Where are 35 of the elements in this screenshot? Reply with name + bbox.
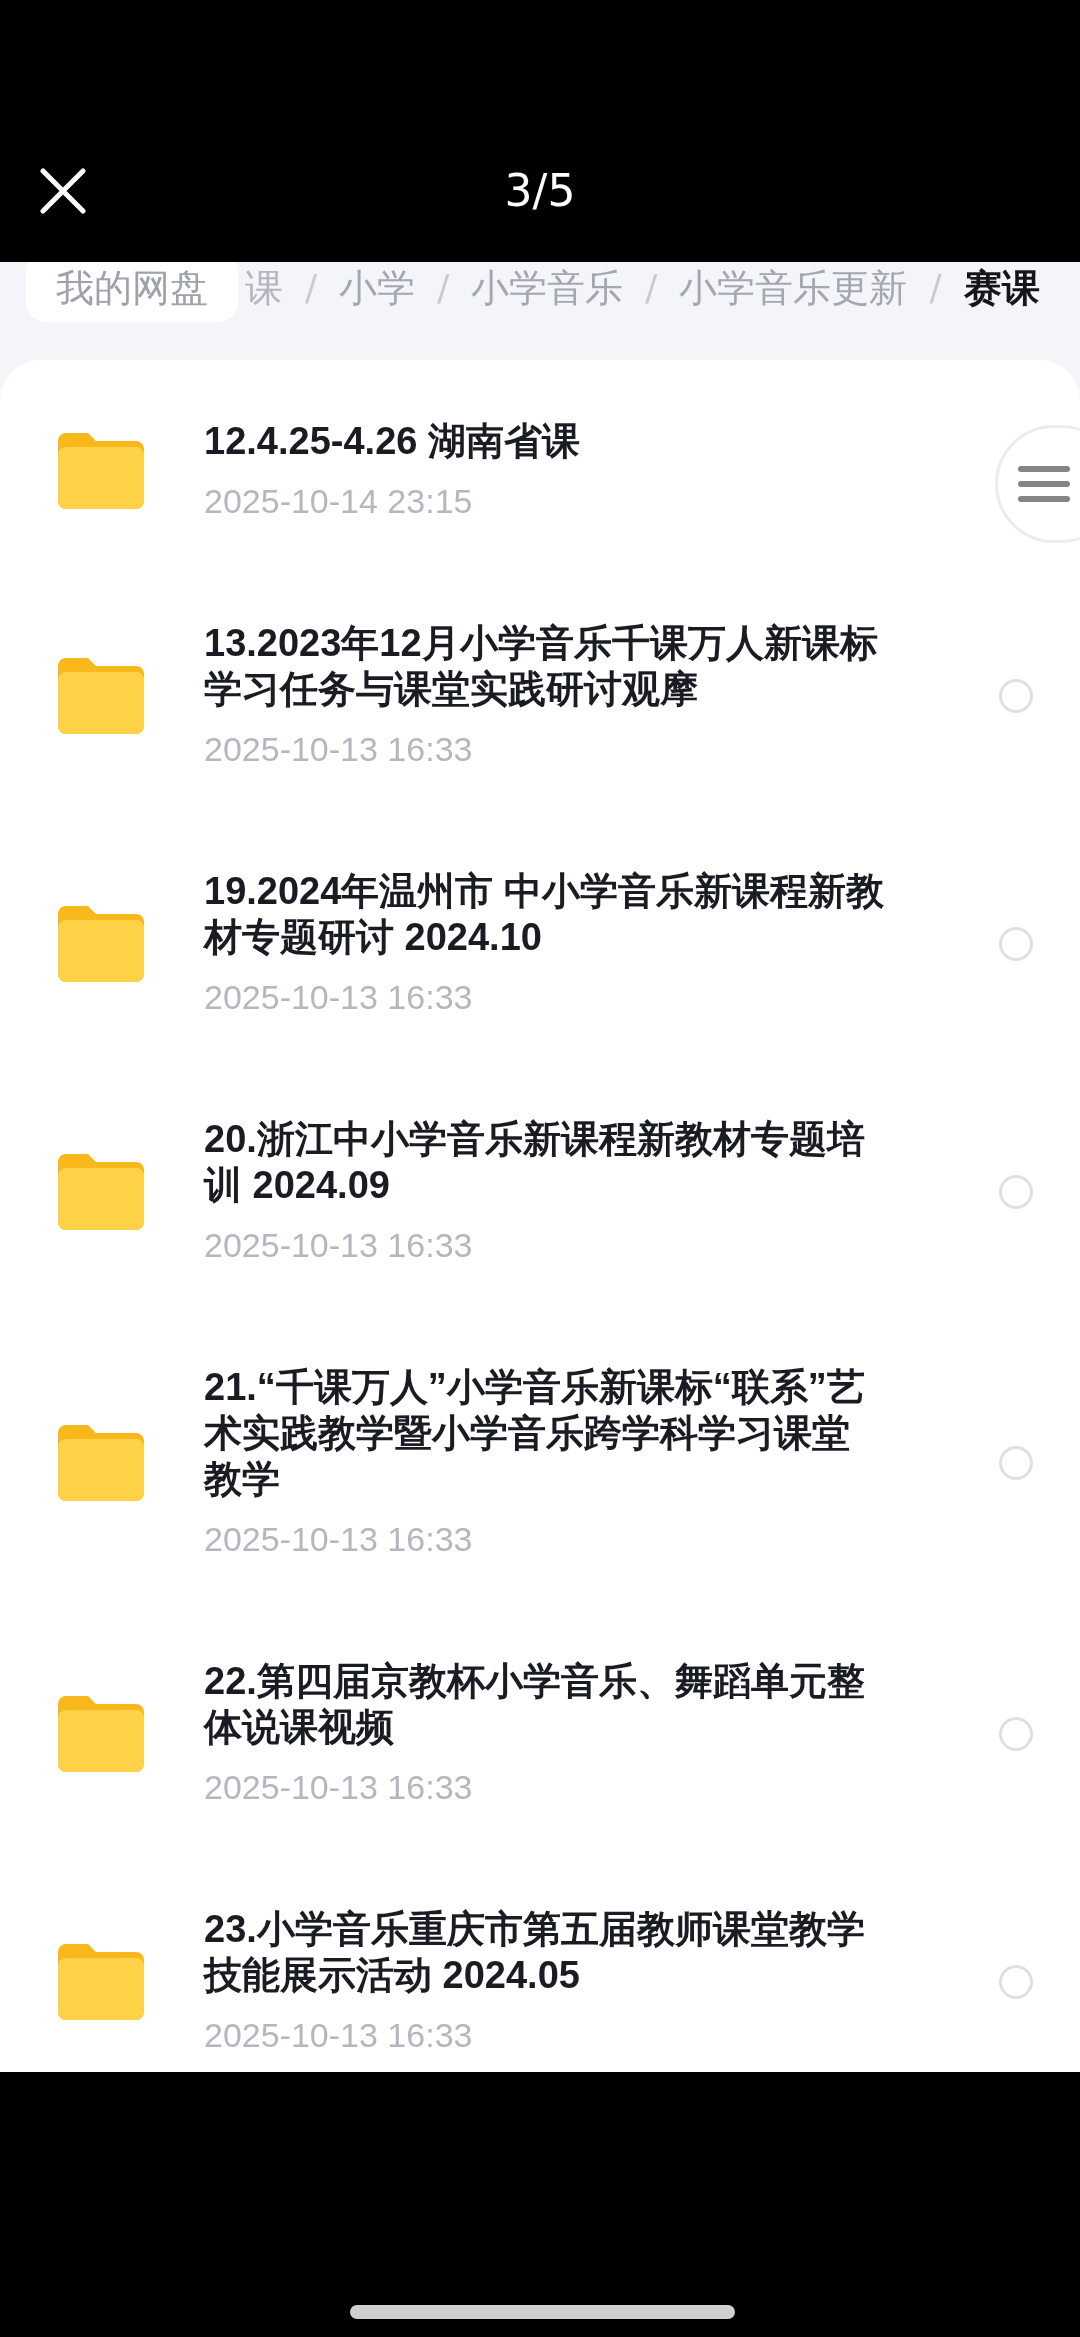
select-radio[interactable] (999, 927, 1033, 961)
menu-icon (1018, 465, 1070, 503)
folder-date: 2025-10-13 16:33 (204, 977, 474, 1018)
folder-date: 2025-10-14 23:15 (204, 481, 474, 522)
breadcrumb-item[interactable]: 赛课 (963, 262, 1040, 314)
folder-name[interactable]: 22.第四届京教杯小学音乐、舞蹈单元整体说课视频 (204, 1658, 884, 1750)
select-radio[interactable] (999, 679, 1033, 713)
folder-name[interactable]: 20.浙江中小学音乐新课程新教材专题培训 2024.09 (204, 1116, 884, 1208)
folder-date: 2025-10-13 16:33 (204, 2015, 474, 2056)
select-radio[interactable] (999, 1965, 1033, 1999)
folder-name[interactable]: 13.2023年12月小学音乐千课万人新课标学习任务与课堂实践研讨观摩 (204, 620, 884, 712)
folder-icon (58, 1154, 144, 1230)
folder-date: 2025-10-13 16:33 (204, 1767, 474, 1808)
folder-name[interactable]: 19.2024年温州市 中小学音乐新课程新教材专题研讨 2024.10 (204, 868, 884, 960)
select-radio[interactable] (999, 1446, 1033, 1480)
folder-name[interactable]: 23.小学音乐重庆市第五届教师课堂教学技能展示活动 2024.05 (204, 1906, 884, 1998)
folder-name[interactable]: 21.“千课万人”小学音乐新课标“联系”艺术实践教学暨小学音乐跨学科学习课堂教学 (204, 1364, 884, 1502)
folder-icon (58, 658, 144, 734)
folder-date: 2025-10-13 16:33 (204, 729, 474, 770)
breadcrumb-separator: / (437, 266, 450, 310)
page-counter: 3/5 (504, 164, 576, 218)
folder-icon (58, 1425, 144, 1501)
folder-icon (58, 433, 144, 509)
close-icon[interactable] (40, 168, 86, 214)
folder-name[interactable]: 12.4.25-4.26 湖南省课 (204, 418, 884, 464)
breadcrumb-separator: / (305, 266, 318, 310)
folder-icon (58, 1944, 144, 2020)
breadcrumb-separator: / (929, 266, 942, 310)
select-radio[interactable] (999, 1717, 1033, 1751)
folder-icon (58, 1696, 144, 1772)
folder-date: 2025-10-13 16:33 (204, 1225, 474, 1266)
breadcrumb-separator: / (645, 266, 658, 310)
select-radio[interactable] (999, 1175, 1033, 1209)
folder-icon (58, 906, 144, 982)
folder-date: 2025-10-13 16:33 (204, 1519, 474, 1560)
